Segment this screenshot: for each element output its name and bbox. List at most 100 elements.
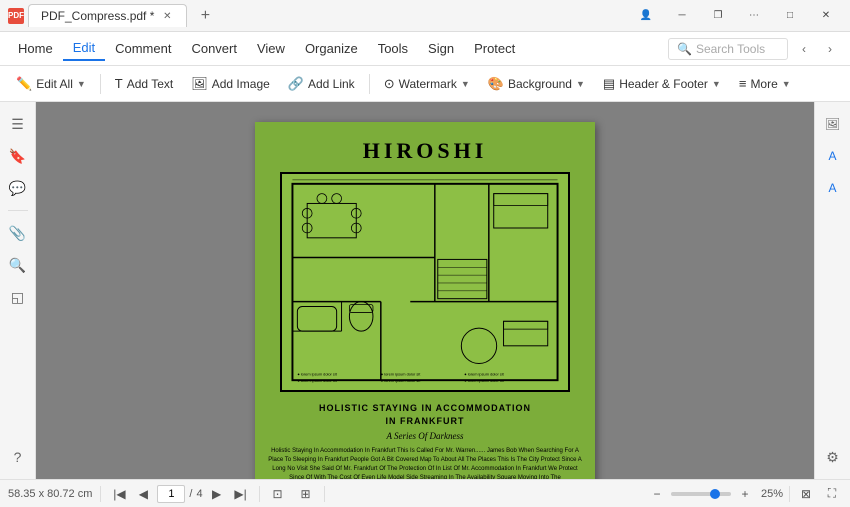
fit-width-button[interactable]: ⊠ [796,484,816,504]
document-area[interactable]: HIROSHI [36,102,814,479]
watermark-button[interactable]: ⊙ Watermark ▼ [376,72,478,96]
more-button[interactable]: ≡ More ▼ [731,72,799,95]
sidebar-sep [8,210,28,211]
fit-page-button[interactable]: ⊡ [268,484,288,504]
svg-text:● lorem ipsum dolor sit: ● lorem ipsum dolor sit [381,378,421,383]
zoom-slider[interactable] [671,492,731,496]
edit-all-button[interactable]: ✏️ Edit All ▼ [8,72,94,96]
toolbar: ✏️ Edit All ▼ T Add Text 🖼 Add Image 🔗 A… [0,66,850,102]
menu-organize[interactable]: Organize [295,37,368,60]
maximize-button[interactable]: □ [774,6,806,26]
page-navigation: |◀ ◀ / 4 ▶ ▶| [109,484,250,504]
zoom-level: 25% [761,488,783,500]
bottom-sep-2 [259,486,260,502]
user-icon-button[interactable]: 👤 [630,6,662,26]
nav-arrows: ‹ › [792,37,842,61]
add-link-label: Add Link [308,77,355,91]
nav-first-page[interactable]: |◀ [109,484,129,504]
menu-protect[interactable]: Protect [464,37,525,60]
watermark-arrow: ▼ [461,79,470,89]
add-image-icon: 🖼 [191,76,208,92]
toolbar-sep-2 [369,74,370,94]
sidebar-comment-icon[interactable]: 💬 [4,174,32,202]
restore-button[interactable]: ❐ [702,6,734,26]
search-tools-input[interactable]: 🔍 Search Tools [668,38,788,60]
menu-home[interactable]: Home [8,37,63,60]
menu-sign[interactable]: Sign [418,37,464,60]
close-button[interactable]: ✕ [810,6,842,26]
current-page-input[interactable] [157,485,185,503]
bottom-bar-right: − + 25% ⊠ ⛶ [647,484,842,504]
nav-next-page[interactable]: ▶ [207,484,227,504]
sidebar-search-icon[interactable]: 🔍 [4,251,32,279]
overflow-button[interactable]: ⋯ [738,6,770,26]
svg-text:● lorem ipsum dolor sit: ● lorem ipsum dolor sit [464,378,504,383]
main-area: ☰ 🔖 💬 📎 🔍 ◱ ? HIROSHI [0,102,850,479]
total-pages: 4 [196,488,202,500]
add-image-label: Add Image [212,77,270,91]
reset-view-button[interactable]: ⊞ [296,484,316,504]
nav-prev-page[interactable]: ◀ [133,484,153,504]
sidebar-panel-icon[interactable]: ☰ [4,110,32,138]
tab-close-button[interactable]: ✕ [160,9,174,23]
right-sidebar-icon1[interactable]: 🖼 [819,110,847,138]
menu-edit[interactable]: Edit [63,36,105,61]
zoom-thumb [710,489,720,499]
bottom-sep-1 [100,486,101,502]
pdf-icon: PDF [8,8,24,24]
more-icon: ≡ [739,76,747,91]
more-label: More [750,77,777,91]
sidebar-bookmark-icon[interactable]: 🔖 [4,142,32,170]
sidebar-layers-icon[interactable]: ◱ [4,283,32,311]
page-body-text: Holistic Staying In Accommodation In Fra… [267,447,583,479]
title-bar: PDF PDF_Compress.pdf * ✕ + 👤 ─ ❐ ⋯ □ ✕ [0,0,850,32]
nav-back[interactable]: ‹ [792,37,816,61]
zoom-bar: − + [647,484,755,504]
menu-convert[interactable]: Convert [181,37,247,60]
right-sidebar-ai1[interactable]: A [819,142,847,170]
title-bar-right: 👤 ─ ❐ ⋯ □ ✕ [630,6,842,26]
watermark-icon: ⊙ [384,76,395,92]
edit-all-arrow: ▼ [77,79,86,89]
menu-view[interactable]: View [247,37,295,60]
svg-text:● lorem ipsum dolor sit: ● lorem ipsum dolor sit [297,378,337,383]
fullscreen-button[interactable]: ⛶ [822,484,842,504]
nav-forward[interactable]: › [818,37,842,61]
search-placeholder: Search Tools [696,42,765,56]
watermark-label: Watermark [399,77,457,91]
header-footer-button[interactable]: ▤ Header & Footer ▼ [595,72,729,96]
menu-comment[interactable]: Comment [105,37,181,60]
add-text-button[interactable]: T Add Text [107,72,181,95]
left-sidebar: ☰ 🔖 💬 📎 🔍 ◱ ? [0,102,36,479]
background-button[interactable]: 🎨 Background ▼ [480,72,593,96]
sidebar-help-icon[interactable]: ? [4,443,32,471]
add-link-icon: 🔗 [288,76,304,92]
page-subtitle: HOLISTIC STAYING IN ACCOMMODATIONIN FRAN… [319,402,531,427]
menu-tools[interactable]: Tools [368,37,418,60]
new-tab-button[interactable]: + [191,2,219,30]
nav-last-page[interactable]: ▶| [231,484,251,504]
search-icon: 🔍 [677,42,692,56]
add-image-button[interactable]: 🖼 Add Image [183,72,278,96]
zoom-in-button[interactable]: + [735,484,755,504]
title-bar-left: PDF PDF_Compress.pdf * ✕ + [8,2,630,30]
zoom-out-button[interactable]: − [647,484,667,504]
header-footer-label: Header & Footer [619,77,708,91]
active-tab[interactable]: PDF_Compress.pdf * ✕ [28,4,187,27]
page-title: HIROSHI [363,138,488,164]
pdf-page: HIROSHI [255,122,595,479]
bottom-bar: 58.35 x 80.72 cm |◀ ◀ / 4 ▶ ▶| ⊡ ⊞ − + 2… [0,479,850,507]
right-sidebar-ai2[interactable]: A [819,174,847,202]
tab-title: PDF_Compress.pdf * [41,9,154,23]
minimize-button[interactable]: ─ [666,6,698,26]
background-label: Background [508,77,572,91]
svg-text:● lorem ipsum dolor sit: ● lorem ipsum dolor sit [381,371,421,376]
edit-icon: ✏️ [16,76,32,92]
background-arrow: ▼ [576,79,585,89]
sidebar-attachment-icon[interactable]: 📎 [4,219,32,247]
right-sidebar-settings[interactable]: ⚙ [819,443,847,471]
edit-all-label: Edit All [36,77,73,91]
add-link-button[interactable]: 🔗 Add Link [280,72,363,96]
page-subtitle2: A Series Of Darkness [386,431,463,441]
more-arrow: ▼ [782,79,791,89]
